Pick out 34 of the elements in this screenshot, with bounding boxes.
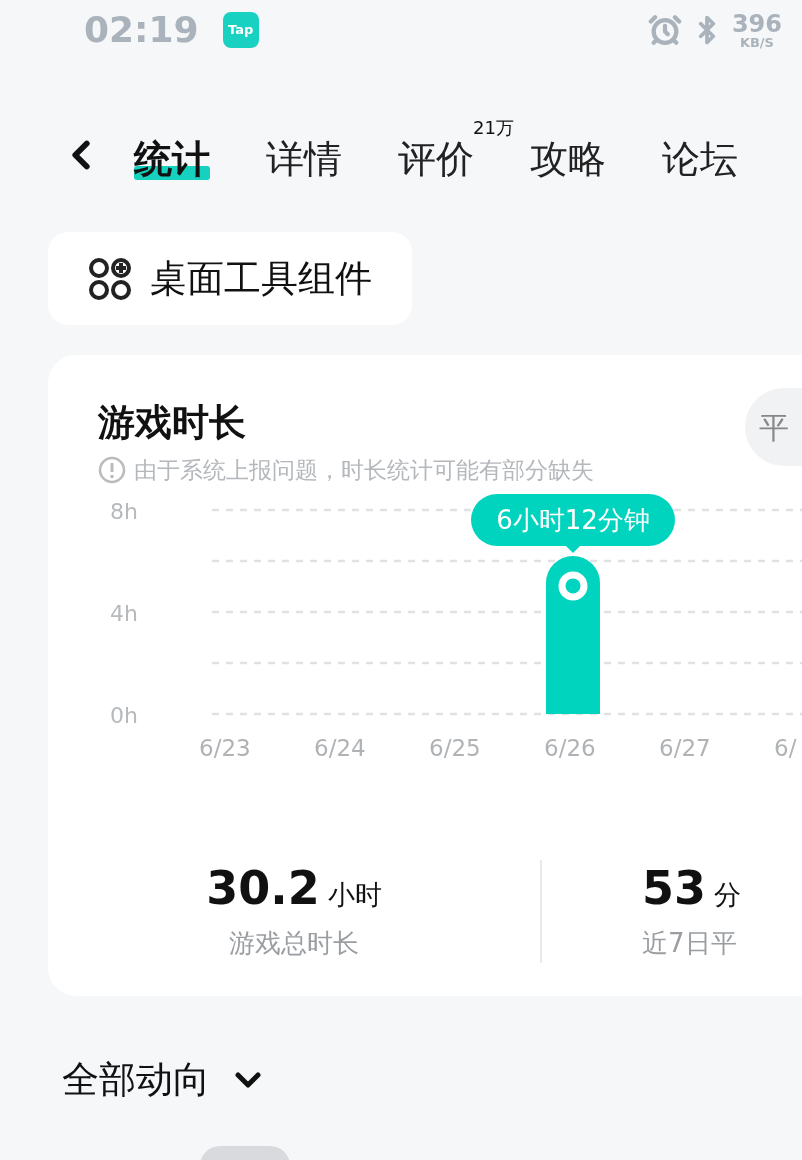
y-axis-label: 4h	[110, 600, 138, 626]
stat-value: 30.2	[206, 860, 320, 916]
info-icon	[98, 456, 126, 485]
stat-unit: 小时	[327, 878, 382, 912]
annotation: 6小时12分钟	[496, 504, 650, 535]
network-speed: 396	[731, 11, 782, 36]
stat-label: 近7日平	[642, 927, 737, 960]
tab[interactable]: 论坛	[662, 140, 738, 186]
x-axis-label: 6/26	[544, 734, 596, 761]
stat-value: 53	[642, 860, 706, 916]
desktop-widget-button[interactable]: 桌面工具组件	[48, 232, 412, 325]
status-time: 02:19	[84, 8, 199, 52]
y-axis-label: 0h	[110, 702, 138, 728]
x-axis-label: 6/24	[314, 734, 366, 761]
selected-point-icon	[558, 570, 588, 600]
alarm-icon	[647, 13, 682, 47]
x-axis-label: 6/	[774, 734, 797, 761]
x-axis-label: 6/25	[429, 734, 481, 761]
network-speed-unit: KB/S	[739, 35, 774, 49]
card-title: 游戏时长	[98, 400, 247, 446]
x-axis-label: 6/23	[199, 734, 251, 761]
x-axis-label: 6/27	[659, 734, 711, 761]
section-title: 全部动向	[62, 1057, 210, 1103]
stat-label: 游戏总时长	[229, 927, 359, 960]
stat-unit: 分	[714, 878, 741, 912]
review-count: 21万	[473, 116, 514, 140]
tab[interactable]: 攻略	[530, 140, 606, 186]
app-icon: Tap	[222, 12, 259, 48]
value-tooltip: 6小时12分钟	[471, 493, 675, 553]
notice-text: 由于系统上报问题，时长统计可能有部分缺失	[134, 456, 594, 485]
tab[interactable]: 评价	[398, 140, 474, 186]
tab[interactable]: 详情	[266, 140, 342, 186]
y-axis-label: 8h	[110, 498, 138, 524]
widget-grid-icon	[88, 256, 132, 301]
